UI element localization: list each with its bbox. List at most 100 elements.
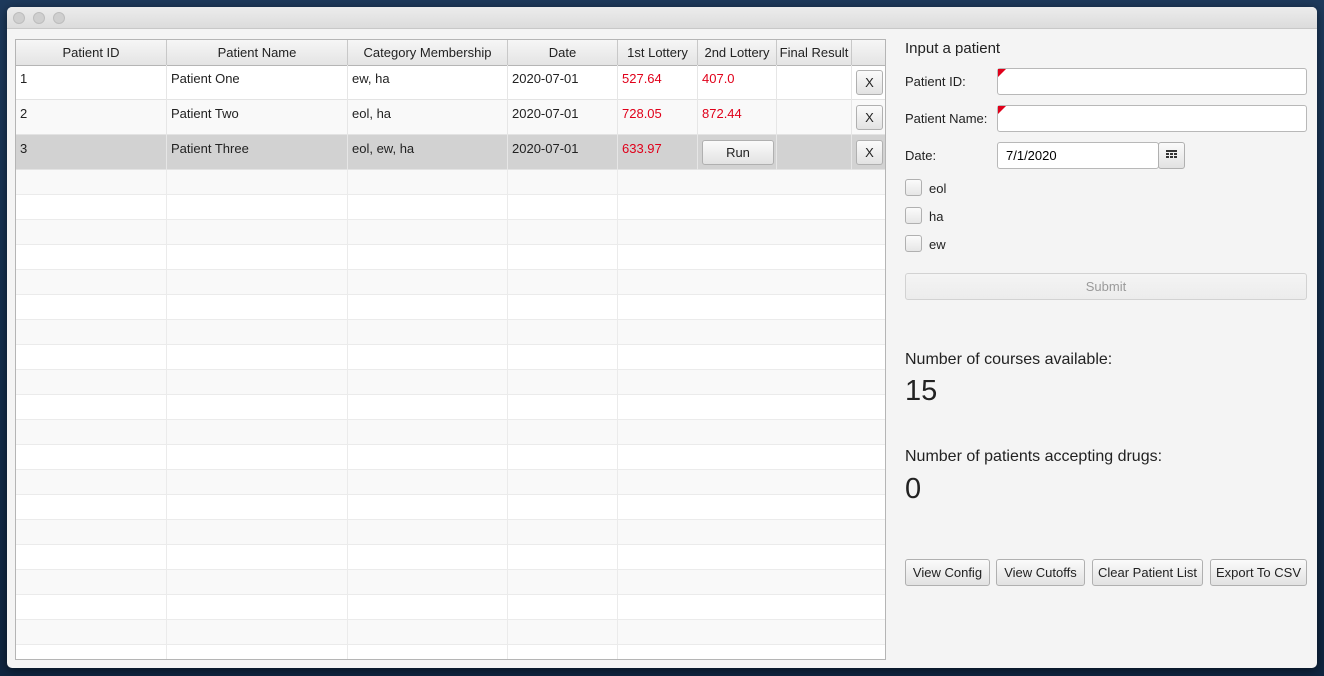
patient-table: Patient ID Patient Name Category Members…	[15, 39, 886, 660]
empty-table-row	[16, 470, 885, 495]
column-header-final-result[interactable]: Final Result	[777, 40, 852, 65]
cell-1st-lottery: 527.64	[618, 65, 698, 100]
empty-table-row	[16, 620, 885, 645]
empty-table-row	[16, 220, 885, 245]
required-indicator	[998, 69, 1006, 77]
form-title: Input a patient	[905, 40, 1001, 57]
column-divider	[16, 220, 618, 244]
date-label: Date:	[905, 148, 937, 163]
column-header-category[interactable]: Category Membership	[348, 40, 508, 65]
courses-label: Number of courses available:	[905, 351, 1113, 368]
cell-patient-id: 2	[16, 100, 167, 135]
empty-table-row	[16, 520, 885, 545]
calendar-picker-button[interactable]	[1158, 142, 1185, 169]
patient-id-input[interactable]	[997, 68, 1307, 95]
column-header-2nd-lottery[interactable]: 2nd Lottery	[698, 40, 777, 65]
cell-category: eol, ew, ha	[348, 135, 508, 170]
cell-category: eol, ha	[348, 100, 508, 135]
zoom-window-button[interactable]	[53, 12, 65, 24]
table-row[interactable]: 2 Patient Two eol, ha 2020-07-01 728.05 …	[16, 100, 885, 135]
close-window-button[interactable]	[13, 12, 25, 24]
checkbox-ha[interactable]	[905, 207, 922, 224]
column-divider	[16, 320, 618, 344]
patients-accepting-label: Number of patients accepting drugs:	[905, 448, 1163, 465]
column-header-patient-name[interactable]: Patient Name	[167, 40, 348, 65]
delete-row-button[interactable]: X	[856, 70, 883, 95]
column-divider	[16, 595, 618, 619]
view-config-button[interactable]: View Config	[905, 559, 990, 586]
empty-table-row	[16, 345, 885, 370]
column-divider	[16, 520, 618, 544]
cell-date: 2020-07-01	[508, 135, 618, 170]
cell-final-result	[777, 65, 852, 100]
patient-id-label: Patient ID:	[905, 74, 966, 89]
cell-category: ew, ha	[348, 65, 508, 100]
column-divider	[16, 620, 618, 644]
submit-button[interactable]: Submit	[905, 273, 1307, 300]
cell-2nd-lottery: 872.44	[698, 100, 777, 135]
checkbox-ew[interactable]	[905, 235, 922, 252]
delete-row-button[interactable]: X	[856, 105, 883, 130]
cell-date: 2020-07-01	[508, 100, 618, 135]
required-indicator	[998, 106, 1006, 114]
empty-table-row	[16, 195, 885, 220]
cell-1st-lottery: 633.97	[618, 135, 698, 170]
cell-1st-lottery: 728.05	[618, 100, 698, 135]
empty-table-row	[16, 495, 885, 520]
column-divider	[16, 545, 618, 569]
cell-patient-name: Patient Two	[167, 100, 348, 135]
empty-table-row	[16, 295, 885, 320]
column-divider	[16, 395, 618, 419]
view-cutoffs-button[interactable]: View Cutoffs	[996, 559, 1085, 586]
column-header-date[interactable]: Date	[508, 40, 618, 65]
app-window: Patient ID Patient Name Category Members…	[7, 7, 1317, 668]
column-divider	[16, 345, 618, 369]
title-bar	[7, 7, 1317, 29]
patient-name-label: Patient Name:	[905, 111, 988, 126]
column-divider	[16, 195, 618, 219]
empty-table-row	[16, 545, 885, 570]
column-divider	[16, 495, 618, 519]
table-header: Patient ID Patient Name Category Members…	[16, 40, 885, 66]
delete-row-button[interactable]: X	[856, 140, 883, 165]
table-row[interactable]: 1 Patient One ew, ha 2020-07-01 527.64 4…	[16, 65, 885, 100]
empty-table-row	[16, 570, 885, 595]
cell-patient-name: Patient Three	[167, 135, 348, 170]
empty-table-row	[16, 395, 885, 420]
empty-table-row	[16, 370, 885, 395]
column-header-actions[interactable]	[852, 40, 885, 65]
empty-table-row	[16, 320, 885, 345]
column-header-1st-lottery[interactable]: 1st Lottery	[618, 40, 698, 65]
column-divider	[16, 170, 618, 194]
column-divider	[16, 645, 618, 659]
export-csv-button[interactable]: Export To CSV	[1210, 559, 1307, 586]
column-header-patient-id[interactable]: Patient ID	[16, 40, 167, 65]
cell-date: 2020-07-01	[508, 65, 618, 100]
clear-patient-list-button[interactable]: Clear Patient List	[1092, 559, 1203, 586]
table-row-selected[interactable]: 3 Patient Three eol, ew, ha 2020-07-01 6…	[16, 135, 885, 170]
cell-patient-id: 1	[16, 65, 167, 100]
calendar-icon	[1166, 149, 1177, 161]
patient-name-input[interactable]	[997, 105, 1307, 132]
minimize-window-button[interactable]	[33, 12, 45, 24]
run-lottery-button[interactable]: Run	[702, 140, 774, 165]
date-input[interactable]	[997, 142, 1159, 169]
column-divider	[16, 445, 618, 469]
checkbox-ew-label: ew	[929, 237, 946, 252]
checkbox-eol[interactable]	[905, 179, 922, 196]
column-divider	[16, 245, 618, 269]
empty-table-row	[16, 445, 885, 470]
column-divider	[16, 570, 618, 594]
patients-accepting-count: 0	[905, 473, 922, 505]
cell-final-result	[777, 100, 852, 135]
column-divider	[16, 470, 618, 494]
empty-table-row	[16, 270, 885, 295]
column-divider	[16, 270, 618, 294]
empty-table-row	[16, 170, 885, 195]
courses-count: 15	[905, 375, 938, 407]
checkbox-eol-label: eol	[929, 181, 947, 196]
column-divider	[16, 295, 618, 319]
cell-2nd-lottery: 407.0	[698, 65, 777, 100]
column-divider	[16, 420, 618, 444]
empty-table-row	[16, 245, 885, 270]
